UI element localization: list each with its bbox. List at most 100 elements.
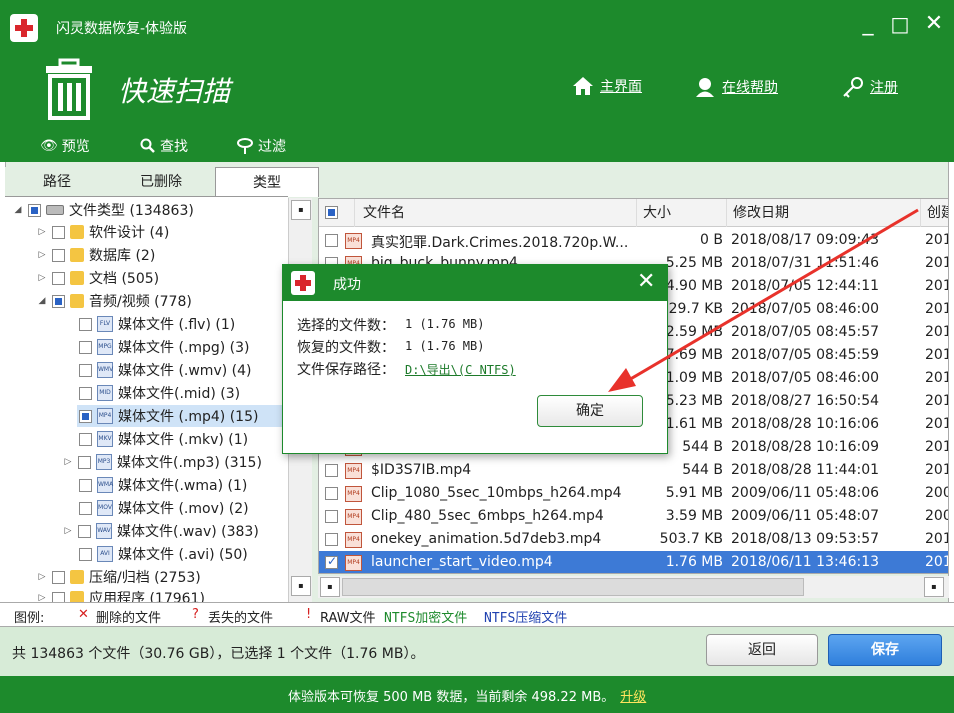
- scroll-up-button[interactable]: ▪: [291, 200, 311, 220]
- tree-item-applications[interactable]: ▷ 应用程序 (17961): [37, 587, 205, 602]
- folder-icon: [70, 271, 84, 285]
- select-all-header[interactable]: [319, 199, 355, 227]
- nav-register-link[interactable]: 注册: [842, 76, 898, 98]
- file-row[interactable]: MP4 onekey_animation.5d7deb3.mp4 503.7 KB 2…: [319, 528, 948, 551]
- column-header-created[interactable]: 创建: [921, 199, 948, 227]
- filter-button[interactable]: 过滤: [236, 136, 286, 156]
- tree-checkbox[interactable]: [52, 294, 65, 308]
- tree-checkbox[interactable]: [79, 340, 92, 354]
- row-checkbox[interactable]: [325, 234, 338, 247]
- minimize-button[interactable]: _: [856, 12, 880, 36]
- save-path-link[interactable]: D:\导出\(C NTFS): [405, 361, 516, 378]
- file-modified: 2018/08/28 11:44:01: [731, 462, 880, 478]
- mp4-file-icon: MP4: [345, 486, 362, 502]
- tab-path[interactable]: 路径: [5, 167, 109, 197]
- tree-checkbox[interactable]: [52, 225, 65, 239]
- file-row[interactable]: MP4 Clip_1080_5sec_10mbps_h264.mp4 5.91 MB…: [319, 482, 948, 505]
- app-logo-icon: [291, 271, 315, 295]
- row-checkbox[interactable]: [325, 554, 338, 569]
- tree-checkbox[interactable]: [79, 547, 92, 561]
- tree-item-file-types[interactable]: ◢ 文件类型 (134863): [13, 199, 194, 221]
- tree-checkbox[interactable]: [79, 432, 92, 446]
- column-header-name[interactable]: 文件名: [355, 199, 637, 227]
- tree-item-mp3[interactable]: ▷ MP3 媒体文件(.mp3) (315): [63, 451, 262, 473]
- tree-item-archives[interactable]: ▷ 压缩/归档 (2753): [37, 566, 201, 588]
- tree-checkbox[interactable]: [79, 501, 92, 515]
- back-button[interactable]: 返回: [706, 634, 818, 666]
- collapsed-arrow-icon[interactable]: ▷: [63, 526, 73, 536]
- file-created: 201: [925, 554, 948, 570]
- tree-checkbox[interactable]: [52, 271, 65, 285]
- expanded-arrow-icon[interactable]: ◢: [13, 205, 23, 215]
- file-row[interactable]: MP4 真实犯罪.Dark.Crimes.2018.720p.W... 0 B 201…: [319, 229, 948, 252]
- collapsed-arrow-icon[interactable]: ▷: [37, 593, 47, 602]
- tree-item-label: 文档 (505): [89, 271, 160, 287]
- nav-home-link[interactable]: 主界面: [572, 76, 642, 96]
- tree-item-audio-video[interactable]: ◢ 音频/视频 (778): [37, 290, 192, 312]
- tree-item-mp4[interactable]: MP4 媒体文件 (.mp4) (15): [77, 405, 288, 427]
- collapsed-arrow-icon[interactable]: ▷: [37, 250, 47, 260]
- find-button[interactable]: 查找: [140, 136, 188, 156]
- scroll-left-button[interactable]: ▪: [320, 577, 340, 597]
- row-checkbox[interactable]: [325, 464, 338, 477]
- tree-item-wmv[interactable]: WMV 媒体文件 (.wmv) (4): [79, 359, 251, 381]
- folder-icon: [70, 225, 84, 239]
- tree-item-mov[interactable]: MOV 媒体文件 (.mov) (2): [79, 497, 249, 519]
- filter-label: 过滤: [258, 139, 286, 155]
- tree-checkbox[interactable]: [79, 317, 92, 331]
- legend-ntfs-compressed: NTFS压缩文件: [484, 611, 568, 626]
- folder-icon: [70, 294, 84, 308]
- scroll-down-button[interactable]: ▪: [291, 576, 311, 596]
- tree-checkbox[interactable]: [79, 386, 92, 400]
- file-row[interactable]: MP4 $ID3S7IB.mp4 544 B 2018/08/28 11:44:01 2…: [319, 459, 948, 482]
- tree-item-mkv[interactable]: MKV 媒体文件 (.mkv) (1): [79, 428, 248, 450]
- expanded-arrow-icon[interactable]: ◢: [37, 296, 47, 306]
- tree-item-wma[interactable]: WMA 媒体文件(.wma) (1): [79, 474, 247, 496]
- file-list-hscrollbar[interactable]: ▪ ▪: [318, 576, 949, 598]
- maximize-button[interactable]: □: [888, 12, 912, 36]
- ok-button[interactable]: 确定: [537, 395, 643, 427]
- select-all-checkbox[interactable]: [325, 206, 338, 219]
- tree-checkbox[interactable]: [79, 363, 92, 377]
- hscroll-thumb[interactable]: [342, 578, 804, 596]
- dialog-close-button[interactable]: ✕: [637, 269, 655, 294]
- column-header-size[interactable]: 大小: [637, 199, 727, 227]
- nav-help-link[interactable]: 在线帮助: [694, 76, 778, 98]
- collapsed-arrow-icon[interactable]: ▷: [37, 227, 47, 237]
- tree-checkbox[interactable]: [52, 248, 65, 262]
- collapsed-arrow-icon[interactable]: ▷: [37, 273, 47, 283]
- file-row[interactable]: MP4 Clip_480_5sec_6mbps_h264.mp4 3.59 MB 20…: [319, 505, 948, 528]
- row-checkbox[interactable]: [325, 510, 338, 523]
- save-path-label: 文件保存路径：: [297, 362, 395, 378]
- tree-checkbox[interactable]: [78, 455, 91, 469]
- tree-item-flv[interactable]: FLV 媒体文件 (.flv) (1): [79, 313, 235, 335]
- collapsed-arrow-icon[interactable]: ▷: [37, 572, 47, 582]
- tab-type[interactable]: 类型: [215, 167, 319, 197]
- tree-checkbox[interactable]: [79, 478, 92, 492]
- tree-checkbox[interactable]: [78, 524, 91, 538]
- save-button[interactable]: 保存: [828, 634, 942, 666]
- collapsed-arrow-icon[interactable]: ▷: [63, 457, 73, 467]
- tree-item-software-design[interactable]: ▷ 软件设计 (4): [37, 221, 169, 243]
- upgrade-link[interactable]: 升级: [620, 690, 646, 705]
- file-modified: 2018/08/13 09:53:57: [731, 531, 880, 547]
- row-checkbox[interactable]: [325, 533, 338, 546]
- tree-checkbox[interactable]: [79, 409, 92, 423]
- close-button[interactable]: ✕: [922, 12, 946, 36]
- tree-item-wav[interactable]: ▷ WAV 媒体文件(.wav) (383): [63, 520, 259, 542]
- tree-item-documents[interactable]: ▷ 文档 (505): [37, 267, 159, 289]
- tab-deleted[interactable]: 已删除: [109, 167, 213, 197]
- tree-item-mpg[interactable]: MPG 媒体文件 (.mpg) (3): [79, 336, 250, 358]
- file-row[interactable]: MP4 launcher_start_video.mp4 1.76 MB 2018/0…: [319, 551, 948, 573]
- column-header-modified[interactable]: 修改日期: [727, 199, 921, 227]
- tree-checkbox[interactable]: [52, 570, 65, 584]
- tree-checkbox[interactable]: [52, 591, 65, 602]
- tree-item-avi[interactable]: AVI 媒体文件 (.avi) (50): [79, 543, 248, 565]
- tree-checkbox[interactable]: [28, 203, 41, 217]
- preview-button[interactable]: 👁 预览: [40, 136, 90, 156]
- tree-item-database[interactable]: ▷ 数据库 (2): [37, 244, 155, 266]
- row-checkbox[interactable]: [325, 487, 338, 500]
- tree-item-mid[interactable]: MID 媒体文件(.mid) (3): [79, 382, 240, 404]
- home-icon: [573, 77, 593, 95]
- scroll-right-button[interactable]: ▪: [924, 577, 944, 597]
